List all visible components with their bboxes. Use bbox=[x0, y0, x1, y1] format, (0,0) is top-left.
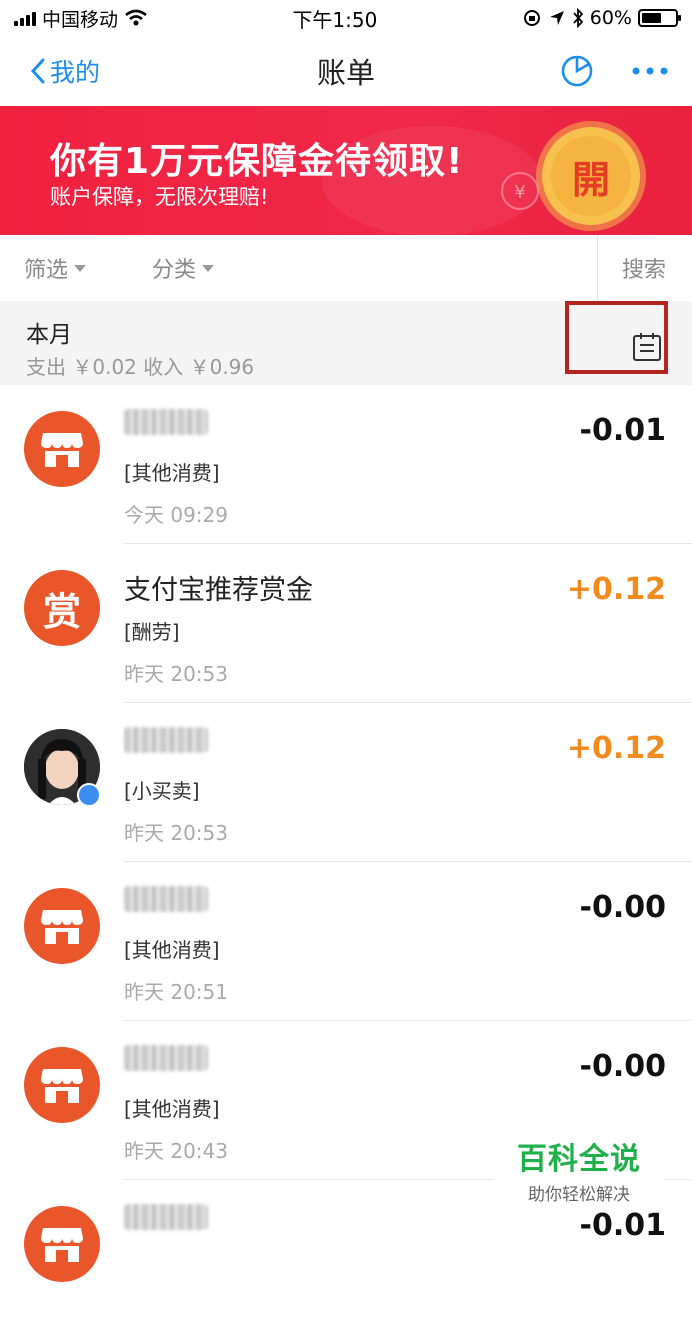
blurred-name bbox=[124, 1045, 208, 1071]
store-icon bbox=[24, 888, 100, 964]
nav-bar: 我的 账单 bbox=[0, 36, 692, 106]
status-bar: 中国移动 下午1:50 60% bbox=[0, 0, 692, 36]
battery-percent: 60% bbox=[589, 7, 632, 29]
store-icon bbox=[24, 411, 100, 487]
clock-label: 下午1:50 bbox=[292, 7, 378, 32]
transaction-amount: +0.12 bbox=[566, 572, 666, 607]
watermark-subtitle: 助你轻松解决 bbox=[528, 1185, 630, 1205]
transaction-time: 昨天 20:53 bbox=[124, 662, 228, 686]
blurred-name bbox=[124, 409, 208, 435]
filter-bar: 筛选 分类 搜索 bbox=[0, 235, 692, 301]
transaction-time: 昨天 20:51 bbox=[124, 980, 228, 1004]
svg-text:¥: ¥ bbox=[514, 182, 525, 203]
coin-label: 開 bbox=[551, 136, 631, 216]
transaction-row[interactable]: [小买卖] 昨天 20:53 +0.12 bbox=[0, 703, 692, 862]
search-label: 搜索 bbox=[621, 258, 666, 283]
transaction-row[interactable]: [其他消费] 昨天 20:51 -0.00 bbox=[0, 862, 692, 1021]
signal-icon bbox=[14, 10, 36, 26]
transaction-category: [其他消费] bbox=[124, 1097, 220, 1121]
transaction-row[interactable]: [其他消费] 今天 09:29 -0.01 bbox=[0, 385, 692, 544]
search-button[interactable]: 搜索 bbox=[596, 235, 666, 301]
category-label: 分类 bbox=[152, 258, 197, 283]
store-icon bbox=[24, 1206, 100, 1282]
transaction-category: [其他消费] bbox=[124, 461, 220, 485]
month-totals: 支出 ￥0.02 收入 ￥0.96 bbox=[26, 355, 255, 379]
transaction-amount: -0.00 bbox=[579, 1049, 666, 1084]
bluetooth-icon bbox=[573, 8, 583, 28]
month-title: 本月 bbox=[26, 322, 72, 348]
calendar-icon[interactable] bbox=[632, 332, 662, 362]
reward-icon: 赏 bbox=[24, 570, 100, 646]
filter-dropdown[interactable]: 筛选 bbox=[24, 252, 87, 284]
transaction-category: [其他消费] bbox=[124, 938, 220, 962]
back-button[interactable]: 我的 bbox=[30, 53, 100, 89]
blurred-name bbox=[124, 727, 208, 753]
caret-down-icon bbox=[74, 264, 87, 272]
watermark-title: 百科全说 bbox=[517, 1142, 641, 1177]
transaction-row[interactable]: 赏 支付宝推荐赏金 [酬劳] 昨天 20:53 +0.12 bbox=[0, 544, 692, 703]
back-label: 我的 bbox=[50, 58, 101, 87]
chevron-left-icon bbox=[30, 58, 45, 84]
transaction-category: [酬劳] bbox=[124, 620, 180, 644]
month-summary: 本月 支出 ￥0.02 收入 ￥0.96 bbox=[0, 301, 692, 385]
transaction-time: 昨天 20:53 bbox=[124, 821, 228, 845]
category-dropdown[interactable]: 分类 bbox=[152, 252, 215, 284]
transaction-amount: -0.01 bbox=[579, 413, 666, 448]
transaction-time: 今天 09:29 bbox=[124, 503, 228, 527]
watermark: 百科全说 助你轻松解决 bbox=[494, 1130, 664, 1205]
banner-headline: 你有1万元保障金待领取! bbox=[50, 141, 464, 182]
calendar-highlight bbox=[565, 301, 668, 374]
blurred-name bbox=[124, 1204, 208, 1230]
carrier-label: 中国移动 bbox=[42, 8, 119, 31]
filter-label: 筛选 bbox=[24, 258, 69, 283]
pie-chart-icon[interactable] bbox=[560, 54, 594, 88]
transaction-time: 昨天 20:43 bbox=[124, 1139, 228, 1163]
open-coin-button[interactable]: 開 bbox=[542, 127, 640, 225]
battery-icon bbox=[637, 9, 681, 27]
reward-icon-label: 赏 bbox=[42, 589, 81, 634]
transaction-category: [小买卖] bbox=[124, 779, 200, 803]
transaction-amount: -0.00 bbox=[579, 890, 666, 925]
wifi-icon bbox=[125, 9, 147, 26]
store-icon bbox=[24, 1047, 100, 1123]
more-icon[interactable] bbox=[632, 66, 668, 76]
caret-down-icon bbox=[202, 264, 215, 272]
banner-subline: 账户保障，无限次理赔! bbox=[50, 185, 269, 209]
transaction-amount: +0.12 bbox=[566, 731, 666, 766]
transaction-name: 支付宝推荐赏金 bbox=[124, 575, 313, 606]
location-icon bbox=[549, 11, 564, 25]
transaction-amount: -0.01 bbox=[579, 1208, 666, 1243]
orientation-lock-icon bbox=[523, 10, 540, 26]
blurred-name bbox=[124, 886, 208, 912]
verified-badge-icon bbox=[77, 783, 101, 807]
yuan-coin-decoration: ¥ bbox=[501, 172, 539, 210]
